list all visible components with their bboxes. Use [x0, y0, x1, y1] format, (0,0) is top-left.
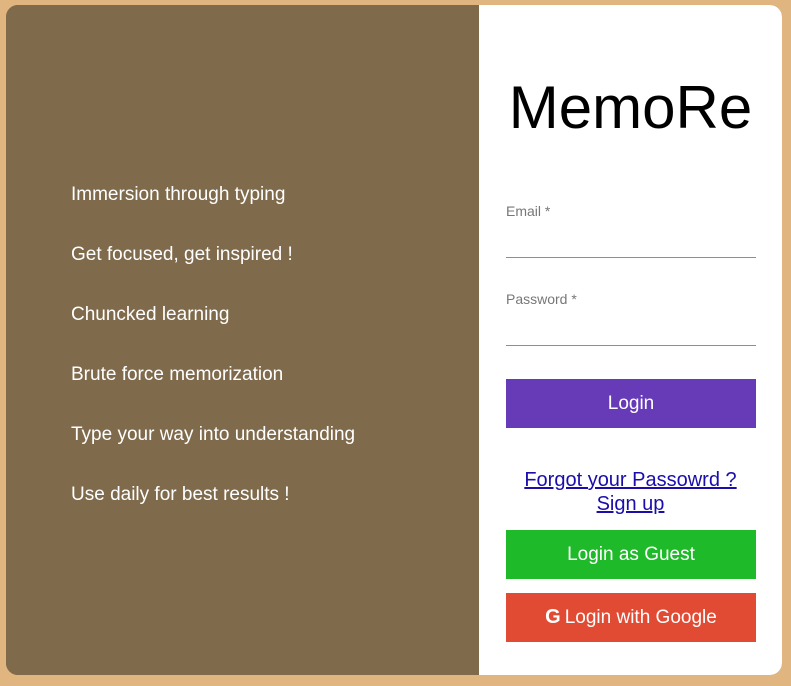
auth-links: Forgot your Passowrd ? Sign up [479, 468, 782, 516]
password-field-group: Password * [506, 291, 756, 346]
email-field-group: Email * [506, 203, 756, 258]
login-form-panel: MemoRe Email * Password * Login Forgot y… [479, 5, 782, 675]
login-as-guest-button[interactable]: Login as Guest [506, 530, 756, 579]
feature-item: Get focused, get inspired ! [71, 244, 293, 265]
google-icon: G [545, 606, 561, 628]
login-with-google-button[interactable]: G Login with Google [506, 593, 756, 642]
feature-item: Type your way into understanding [71, 424, 356, 445]
feature-list: Immersion through typing Get focused, ge… [71, 183, 355, 543]
email-field[interactable] [506, 225, 756, 258]
login-card: Immersion through typing Get focused, ge… [6, 5, 782, 675]
app-title: MemoRe [508, 74, 753, 141]
feature-item: Chuncked learning [71, 304, 230, 325]
google-button-label: Login with Google [564, 606, 717, 628]
feature-item: Use daily for best results ! [71, 484, 290, 505]
login-button-label: Login [607, 392, 655, 414]
feature-item: Immersion through typing [71, 184, 286, 205]
forgot-password-link[interactable]: Forgot your Passowrd ? [479, 468, 782, 492]
login-button[interactable]: Login [506, 379, 756, 428]
password-field[interactable] [506, 313, 756, 346]
feature-item: Brute force memorization [71, 364, 284, 385]
guest-button-label: Login as Guest [567, 543, 695, 565]
email-label: Email * [506, 203, 551, 219]
password-label: Password * [506, 291, 577, 307]
sign-up-link[interactable]: Sign up [479, 492, 782, 516]
features-panel: Immersion through typing Get focused, ge… [6, 5, 479, 675]
